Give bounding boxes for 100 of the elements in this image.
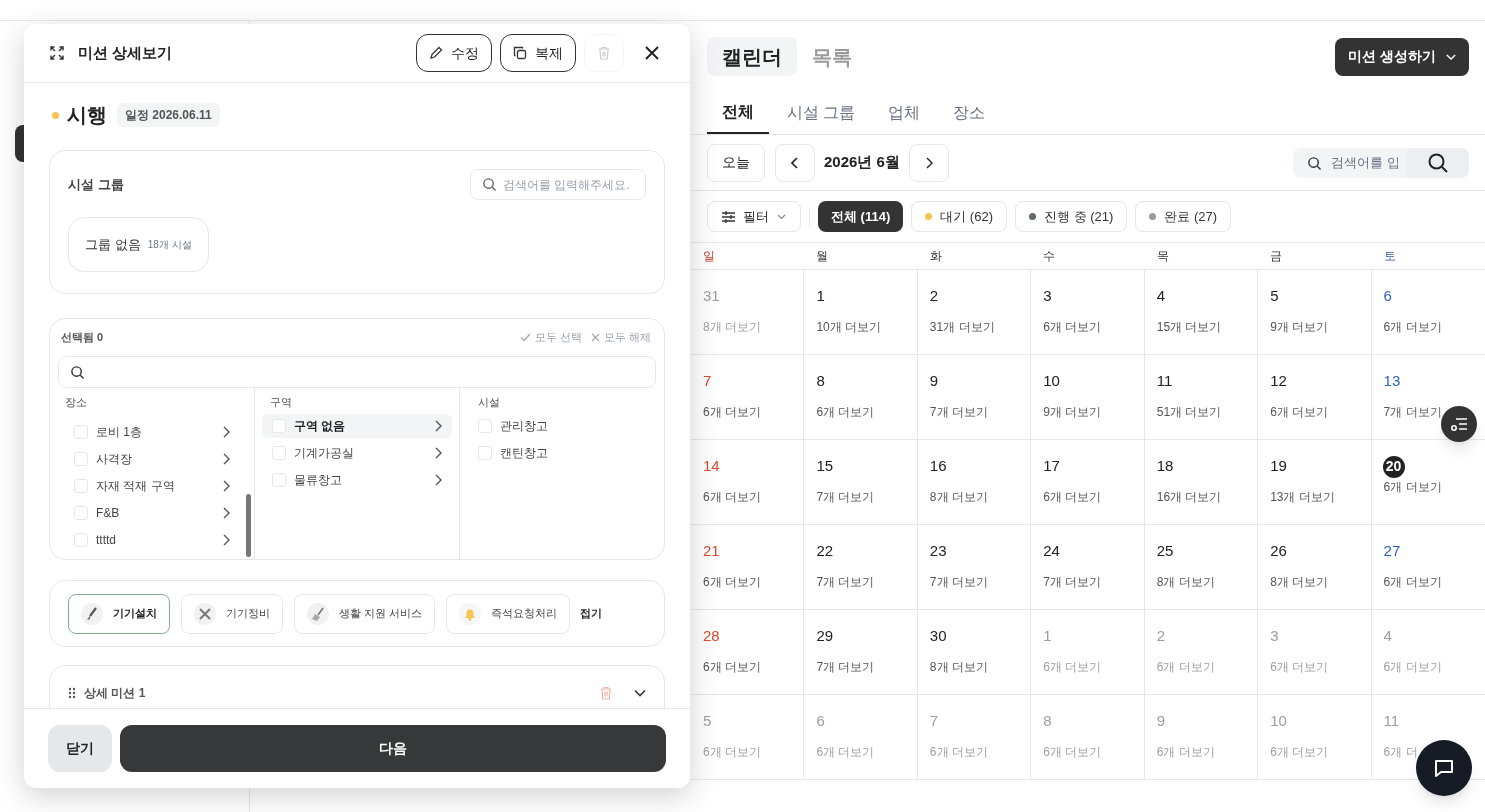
more-link[interactable]: 8개 더보기	[1270, 573, 1329, 591]
date-number: 21	[703, 543, 720, 559]
more-link[interactable]: 7개 더보기	[929, 403, 988, 421]
checkbox[interactable]	[74, 479, 88, 493]
more-link[interactable]: 8개 더보기	[1156, 573, 1215, 591]
date-number: 5	[1270, 288, 1279, 304]
checkbox[interactable]	[74, 425, 88, 439]
checkbox[interactable]	[74, 452, 88, 466]
more-link[interactable]: 8개 더보기	[929, 488, 988, 506]
more-link[interactable]: 16개 더보기	[1156, 488, 1222, 506]
expand-icon	[50, 46, 64, 60]
more-link[interactable]: 7개 더보기	[816, 658, 875, 676]
checkbox[interactable]	[272, 446, 286, 460]
tree-item[interactable]: ttttd	[65, 528, 230, 552]
filter-button[interactable]: 필터	[707, 201, 801, 232]
scrollbar-thumb[interactable]	[246, 494, 251, 557]
status-filter-chip[interactable]: 대기 (62)	[911, 201, 1007, 232]
tree-item[interactable]: 관리창고	[478, 414, 646, 438]
more-link[interactable]: 6개 더보기	[816, 403, 875, 421]
more-link[interactable]: 6개 더보기	[1043, 318, 1102, 336]
tree-item[interactable]: 자재 적재 구역	[65, 474, 230, 498]
tree-item[interactable]: 기계가공실	[262, 441, 452, 465]
more-link[interactable]: 8개 더보기	[929, 658, 988, 676]
more-link[interactable]: 31개 더보기	[929, 318, 995, 336]
more-link[interactable]: 7개 더보기	[1043, 573, 1102, 591]
more-link[interactable]: 6개 더보기	[1383, 318, 1442, 336]
scope-tab[interactable]: 업체	[873, 94, 936, 134]
tree-item[interactable]: 사격장	[65, 447, 230, 471]
checkbox[interactable]	[272, 473, 286, 487]
more-link[interactable]: 6개 더보기	[1383, 478, 1442, 496]
more-link[interactable]: 9개 더보기	[1043, 403, 1102, 421]
collapse-link[interactable]: 접기	[580, 605, 603, 622]
item-label: 자재 적재 구역	[96, 478, 176, 495]
section-label: 시설 그룹	[68, 175, 124, 194]
status-filter-chip[interactable]: 완료 (27)	[1135, 201, 1232, 232]
create-mission-button[interactable]: 미션 생성하기	[1335, 37, 1469, 76]
group-count: 18개 시설	[147, 238, 192, 252]
search-button[interactable]	[1407, 147, 1469, 178]
date-number: 3	[1043, 288, 1052, 304]
search-field[interactable]	[58, 356, 656, 388]
checkbox[interactable]	[478, 419, 492, 433]
category-chip[interactable]: 즉석요청처리	[446, 593, 571, 634]
more-link[interactable]: 7개 더보기	[816, 488, 875, 506]
more-link[interactable]: 6개 더보기	[703, 488, 761, 506]
checkbox[interactable]	[272, 419, 286, 433]
tree-item[interactable]: 로비 1층	[65, 420, 230, 444]
list-filter-button[interactable]	[1441, 406, 1477, 442]
tree-item[interactable]: 물류창고	[262, 468, 452, 492]
scope-tab[interactable]: 시설 그룹	[772, 94, 871, 134]
group-chip[interactable]: 그룹 없음 18개 시설	[68, 217, 209, 272]
date-number: 9	[929, 373, 939, 389]
more-link[interactable]: 51개 더보기	[1156, 403, 1222, 421]
pencil-icon	[429, 46, 443, 60]
edit-button[interactable]: 수정	[416, 34, 492, 72]
chat-button[interactable]	[1416, 740, 1472, 796]
more-link[interactable]: 10개 더보기	[816, 318, 882, 336]
more-link[interactable]: 7개 더보기	[929, 573, 988, 591]
next-button[interactable]: 다음	[120, 725, 666, 772]
category-chip[interactable]: 기기설치	[68, 593, 170, 634]
checkbox[interactable]	[478, 446, 492, 460]
date-number: 19	[1270, 458, 1287, 474]
more-link[interactable]: 6개 더보기	[703, 403, 761, 421]
status-filter-chip[interactable]: 전체 (114)	[818, 201, 904, 232]
search-field[interactable]: 검색어를 입	[1293, 147, 1407, 178]
date-number: 13	[1383, 373, 1401, 389]
check-icon	[519, 332, 531, 342]
more-link[interactable]: 6개 더보기	[1383, 573, 1442, 591]
tree-item[interactable]: F&B	[65, 501, 230, 525]
copy-button[interactable]: 복제	[500, 34, 576, 72]
view-tab[interactable]: 캘린더	[707, 37, 797, 76]
scope-tab[interactable]: 장소	[938, 94, 1001, 134]
status-filter-chip[interactable]: 진행 중 (21)	[1015, 201, 1128, 232]
date-number: 1	[1043, 628, 1052, 644]
today-date: 20	[1382, 455, 1405, 478]
next-month-button[interactable]	[908, 143, 949, 182]
previous-month-button[interactable]	[775, 143, 815, 182]
more-link[interactable]: 7개 더보기	[816, 573, 875, 591]
search-field[interactable]: 검색어를 입력해주세요.	[470, 169, 646, 200]
today-button[interactable]: 오늘	[707, 143, 765, 182]
more-link[interactable]: 15개 더보기	[1156, 318, 1222, 336]
checkbox[interactable]	[74, 506, 88, 520]
more-link[interactable]: 7개 더보기	[1383, 403, 1442, 421]
scope-tab[interactable]: 전체	[707, 94, 769, 134]
more-link[interactable]: 6개 더보기	[1270, 403, 1329, 421]
tree-item[interactable]: 구역 없음	[262, 414, 452, 438]
more-link[interactable]: 13개 더보기	[1270, 488, 1335, 506]
more-link[interactable]: 6개 더보기	[703, 658, 761, 676]
checkbox[interactable]	[74, 533, 88, 547]
chevron-down-icon	[634, 689, 646, 697]
more-link[interactable]: 6개 더보기	[1043, 488, 1102, 506]
more-link[interactable]: 9개 더보기	[1270, 318, 1329, 336]
more-link[interactable]: 6개 더보기	[703, 573, 761, 591]
close-button[interactable]: 닫기	[48, 725, 112, 772]
date-number: 22	[816, 543, 834, 559]
category-chip[interactable]: 기기정비	[181, 593, 283, 634]
search-icon	[1427, 151, 1449, 174]
category-chip[interactable]: 생활 지원 서비스	[294, 593, 436, 634]
chevron-left-icon	[791, 156, 799, 169]
date-number: 12	[1270, 373, 1287, 389]
tree-item[interactable]: 캔틴창고	[478, 441, 646, 465]
